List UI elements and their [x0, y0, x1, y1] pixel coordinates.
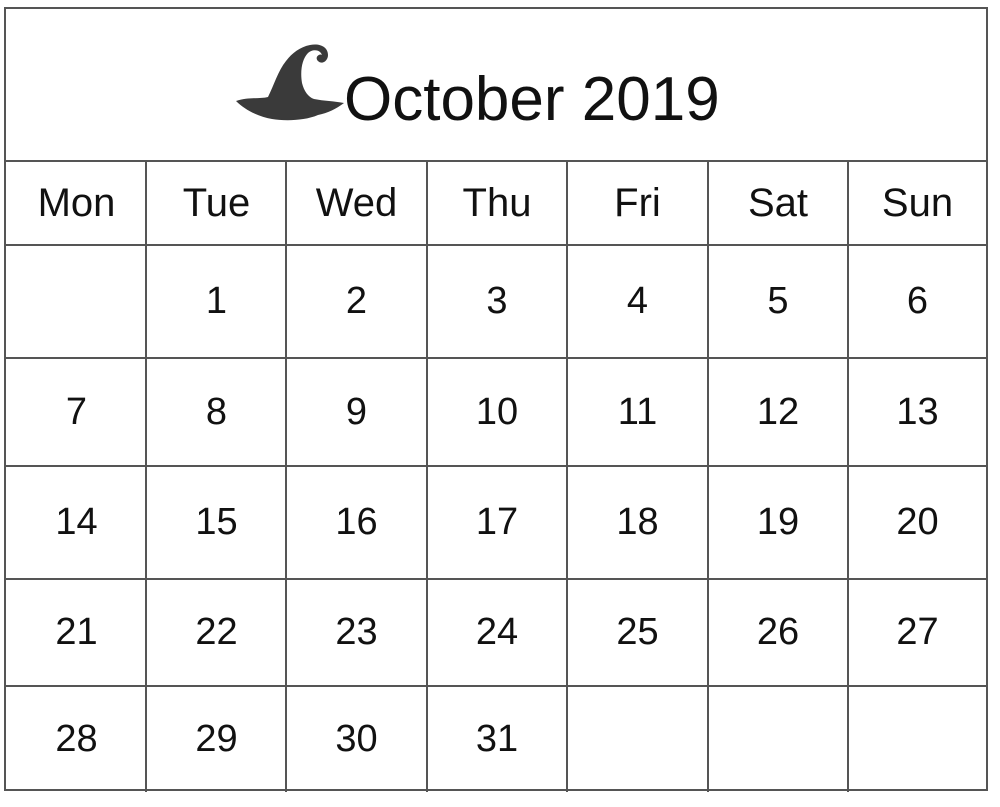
witch-hat-icon [236, 44, 344, 121]
calendar-header: October 2019 [6, 9, 986, 162]
day-cell-31: 31 [426, 687, 566, 792]
day-cell-13: 13 [847, 359, 986, 465]
day-cell-25: 25 [566, 580, 707, 685]
day-cell-1: 1 [145, 246, 286, 357]
day-cell-24: 24 [426, 580, 566, 685]
day-cell-12: 12 [707, 359, 847, 465]
day-cell-6: 6 [847, 246, 986, 357]
calendar-title: October 2019 [344, 65, 720, 134]
weekday-fri: Fri [566, 162, 707, 244]
day-cell-23: 23 [285, 580, 426, 685]
weekday-header-row: Mon Tue Wed Thu Fri Sat Sun [6, 162, 986, 246]
day-cell-16: 16 [285, 467, 426, 578]
week-row: 21 22 23 24 25 26 27 [6, 580, 986, 687]
day-cell-28: 28 [55, 718, 98, 760]
weekday-sat: Sat [707, 162, 847, 244]
week-row: 14 15 16 17 18 19 20 [6, 467, 986, 580]
empty-day-cell-mon [6, 246, 147, 357]
weekday-tue: Tue [145, 162, 286, 244]
calendar: October 2019 Mon Tue Wed Thu Fri Sat Sun… [4, 7, 988, 792]
day-cell-22: 22 [145, 580, 286, 685]
day-cell-4: 4 [566, 246, 707, 357]
empty-day-cell-sun [847, 687, 986, 792]
day-cell-14: 14 [55, 501, 98, 543]
day-cell-15: 15 [145, 467, 286, 578]
day-cell-26: 26 [707, 580, 847, 685]
empty-day-cell-fri [566, 687, 707, 792]
weekday-thu: Thu [426, 162, 566, 244]
day-cell-5: 5 [707, 246, 847, 357]
day-cell-8: 8 [145, 359, 286, 465]
calendar-grid: Mon Tue Wed Thu Fri Sat Sun 1 2 3 4 5 6 7 8 9 10 1… [6, 162, 986, 792]
week-row: 123456 [6, 246, 986, 359]
day-cell-9: 9 [285, 359, 426, 465]
weekday-mon: Mon [37, 180, 116, 225]
day-cell-10: 10 [426, 359, 566, 465]
day-cell-3: 3 [426, 246, 566, 357]
day-cell-29: 29 [145, 687, 286, 792]
day-cell-7: 7 [65, 390, 88, 433]
day-cell-20: 20 [847, 467, 986, 578]
day-cell-11: 11 [566, 359, 707, 465]
week-row: 7 8 9 10 11 12 13 [6, 359, 986, 467]
weekday-wed: Wed [285, 162, 426, 244]
empty-day-cell-sat [707, 687, 847, 792]
day-cell-21: 21 [55, 611, 98, 653]
day-cell-19: 19 [707, 467, 847, 578]
day-cell-18: 18 [566, 467, 707, 578]
day-cell-2: 2 [285, 246, 426, 357]
day-cell-27: 27 [847, 580, 986, 685]
day-cell-30: 30 [285, 687, 426, 792]
weekday-sun: Sun [847, 162, 986, 244]
day-cell-17: 17 [426, 467, 566, 578]
week-row: 28 29 30 31 [6, 687, 986, 792]
